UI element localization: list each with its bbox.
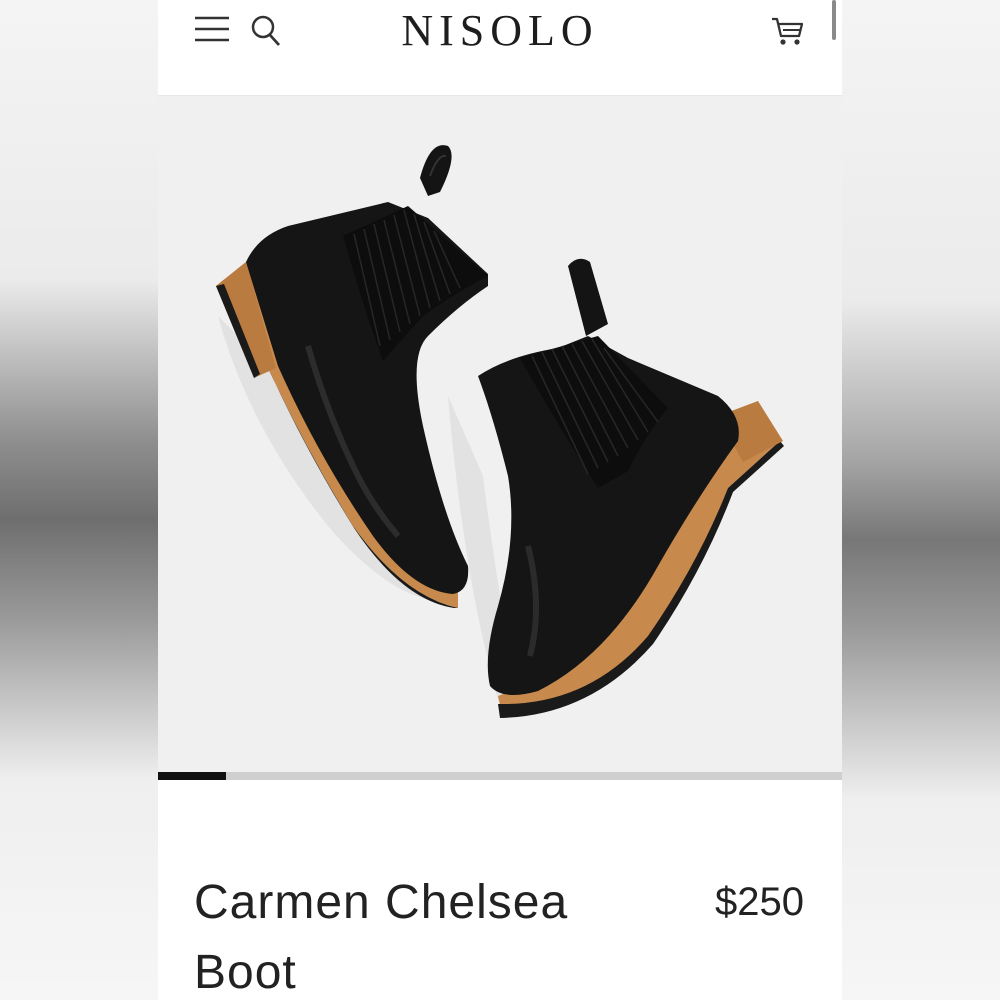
product-price: $250	[715, 880, 804, 924]
site-header: NISOLO	[158, 0, 842, 96]
mobile-page: NISOLO Carmen Chelsea Boot $250	[158, 0, 842, 1000]
shopping-cart-icon[interactable]	[770, 14, 806, 48]
right-boot	[478, 258, 784, 718]
right-backdrop	[842, 0, 1000, 1000]
scroll-indicator	[832, 0, 836, 40]
gallery-progress-indicator	[158, 772, 227, 780]
product-image[interactable]	[158, 96, 842, 772]
gallery-progress-bar	[158, 772, 842, 780]
left-backdrop	[0, 0, 158, 1000]
brand-logo[interactable]: NISOLO	[158, 5, 842, 56]
boots-illustration	[216, 145, 784, 718]
product-title: Carmen Chelsea Boot	[194, 876, 569, 999]
